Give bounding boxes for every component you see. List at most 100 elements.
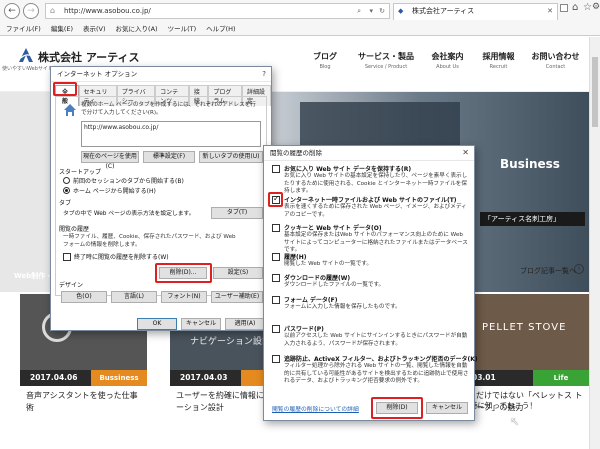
startup-last-session-radio[interactable]: [63, 177, 70, 184]
history-settings-button[interactable]: 設定(S): [213, 267, 263, 279]
preserve-favorites-desc: お気に入り Web サイトの基本設定を保持したり、ページを素早く表示したりするた…: [284, 173, 468, 194]
scrollbar-thumb[interactable]: [592, 57, 598, 127]
design-section-label: デザイン: [59, 282, 84, 289]
highlight-temp-files-checkbox: [268, 192, 283, 207]
history-checkbox[interactable]: [272, 253, 280, 261]
preserve-favorites-checkbox[interactable]: [272, 165, 280, 173]
dropdown-icon[interactable]: ▾: [369, 4, 373, 18]
startup-home-page-radio[interactable]: [63, 187, 70, 194]
cookies-desc: 基本設定の保存またはWeb サイトのパフォーマンス向上のために Web サイトに…: [284, 232, 468, 253]
nav-recruit-title: 採用情報: [482, 52, 515, 61]
tabs-section-label: タブ: [59, 200, 72, 207]
hero-left-caption: Web制作・: [14, 272, 53, 280]
nav-about-sub: About Us: [436, 64, 459, 70]
download-history-label[interactable]: ダウンロードの履歴(W): [284, 273, 350, 282]
favorites-star-icon[interactable]: ☆: [583, 2, 592, 13]
cookies-label[interactable]: クッキーと Web サイト データ(O): [284, 223, 382, 232]
tools-gear-icon[interactable]: ⚙: [592, 2, 600, 12]
nav-about[interactable]: 会社案内 About Us: [425, 51, 470, 70]
highlight-delete-button: [155, 263, 212, 283]
card-category: Bussiness: [91, 370, 147, 386]
internet-options-dialog: インターネット オプション ? 全般 セキュリティ プライバシー コンテンツ 接…: [50, 66, 272, 331]
use-current-button[interactable]: 現在のページを使用(C): [81, 151, 139, 170]
nav-recruit[interactable]: 採用情報 Recruit: [476, 51, 521, 70]
form-data-label[interactable]: フォーム データ(F): [284, 295, 338, 304]
search-icon[interactable]: ⌕: [357, 4, 361, 18]
logo-text[interactable]: 株式会社 アーティス: [38, 49, 140, 65]
preserve-favorites-label[interactable]: お気に入り Web サイト データを保持する(R): [284, 164, 411, 173]
card-category: Life: [533, 370, 589, 386]
passwords-checkbox[interactable]: [272, 325, 280, 333]
cookies-checkbox[interactable]: [272, 224, 280, 232]
home-page-icon: [63, 103, 77, 117]
back-button[interactable]: ←: [4, 3, 20, 19]
nav-service[interactable]: サービス・製品 Service / Product: [355, 51, 417, 70]
ok-button[interactable]: OK: [137, 318, 177, 330]
form-data-checkbox[interactable]: [272, 296, 280, 304]
passwords-label[interactable]: パスワード(P): [284, 324, 324, 333]
company-logo-icon[interactable]: [18, 47, 34, 63]
mouse-cursor-icon: ↖: [510, 415, 520, 428]
download-history-checkbox[interactable]: [272, 274, 280, 282]
use-default-button[interactable]: 標準設定(F): [143, 151, 195, 163]
accessibility-button[interactable]: ユーザー補助(E): [211, 291, 263, 303]
startup-last-session-label[interactable]: 前回のセッションのタブから開始する(B): [73, 176, 184, 185]
browser-chrome: ← → ⌂ http://www.asobou.co.jp/ ⌕ ▾ ↻ ◆ 株…: [0, 0, 600, 36]
temp-files-label[interactable]: インターネット一時ファイルおよび Web サイトのファイル(T): [284, 195, 457, 204]
history-section-label: 閲覧の履歴: [59, 226, 90, 233]
tabs-section-desc: タブの中で Web ページの表示方法を設定します。: [63, 211, 195, 217]
menu-help[interactable]: ヘルプ(H): [206, 22, 235, 36]
use-new-tab-button[interactable]: 新しいタブの使用(U): [199, 151, 263, 163]
page-icon: ⌂: [50, 6, 56, 15]
delete-history-dialog: 閲覧の履歴の削除 ✕ お気に入り Web サイト データを保持する(R) お気に…: [263, 145, 478, 421]
menu-favorites[interactable]: お気に入り(A): [116, 22, 158, 36]
history-label[interactable]: 履歴(H): [284, 252, 307, 261]
help-icon[interactable]: ?: [262, 70, 266, 78]
colors-button[interactable]: 色(O): [61, 291, 107, 303]
menu-tools[interactable]: ツール(T): [168, 22, 197, 36]
close-icon[interactable]: ✕: [462, 148, 469, 157]
arrow-right-icon[interactable]: ›: [574, 264, 584, 274]
blog-more-link[interactable]: ブログ記事一覧へ: [520, 266, 576, 276]
cancel-button[interactable]: キャンセル: [426, 402, 468, 414]
page-scrollbar[interactable]: [589, 37, 600, 449]
menu-view[interactable]: 表示(V): [83, 22, 106, 36]
delete-on-exit-checkbox[interactable]: [63, 253, 71, 261]
new-tab-button[interactable]: [560, 4, 568, 12]
delete-on-exit-label[interactable]: 終了時に閲覧の履歴を削除する(W): [74, 252, 169, 261]
startup-home-page-label[interactable]: ホーム ページから開始する(H): [73, 186, 156, 195]
refresh-icon[interactable]: ↻: [379, 4, 385, 18]
address-bar[interactable]: ⌂ http://www.asobou.co.jp/ ⌕ ▾ ↻: [45, 3, 390, 19]
home-page-url-textarea[interactable]: http://www.asobou.co.jp/: [81, 121, 261, 147]
blog-card[interactable]: PELLET STOVE 03.01 Life だけではない「ペレットス トーブ…: [462, 294, 589, 414]
menu-edit[interactable]: 編集(E): [51, 22, 73, 36]
menu-file[interactable]: ファイル(F): [6, 22, 41, 36]
card-title: だけではない「ペレットス トーブ」の魅力: [476, 391, 583, 412]
languages-button[interactable]: 言語(L): [111, 291, 157, 303]
passwords-desc: 以前アクセスした Web サイトにサインインするときにパスワードが自動入力される…: [284, 333, 468, 347]
close-tab-icon[interactable]: ✕: [547, 4, 553, 19]
browser-tab[interactable]: ◆ 株式会社アーティス ✕: [393, 3, 558, 20]
apply-button[interactable]: 適用(A): [225, 318, 265, 330]
tab-title: 株式会社アーティス: [412, 7, 475, 15]
learn-more-link[interactable]: 閲覧の履歴の削除についての詳細: [272, 404, 359, 413]
nav-service-title: サービス・製品: [358, 52, 414, 61]
nav-contact-title: お問い合わせ: [531, 52, 580, 61]
tracking-protection-label[interactable]: 追跡防止、ActiveX フィルター、およびトラッキング拒否のデータ(K): [284, 354, 478, 363]
cancel-button[interactable]: キャンセル: [181, 318, 221, 330]
tracking-protection-checkbox[interactable]: [272, 355, 280, 363]
forward-button[interactable]: →: [23, 3, 39, 19]
nav-blog-sub: Blog: [319, 64, 331, 70]
tracking-protection-desc: フィルター処理から除外される Web サイトの一覧、閲覧した情報を自動的に共有し…: [284, 363, 469, 384]
hero-right-caption: 「アーティス名刺工房」: [480, 212, 585, 226]
home-page-desc: 複数のホーム ページのタブを作成するには、それぞれのアドレスを行で分けて入力して…: [81, 102, 256, 116]
home-icon[interactable]: ⌂: [572, 2, 578, 13]
nav-blog[interactable]: ブログ Blog: [305, 51, 345, 70]
tabs-settings-button[interactable]: タブ(T): [211, 207, 263, 219]
history-section-desc: 一時ファイル、履歴、Cookie、保存されたパスワード、および Web フォーム…: [63, 234, 236, 248]
fonts-button[interactable]: フォント(N): [161, 291, 207, 303]
highlight-delete-confirm-button: [371, 397, 423, 419]
nav-contact[interactable]: お問い合わせ Contact: [528, 51, 583, 70]
card-image-text: PELLET STOVE: [482, 322, 567, 333]
dialog-title: インターネット オプション: [51, 67, 271, 82]
